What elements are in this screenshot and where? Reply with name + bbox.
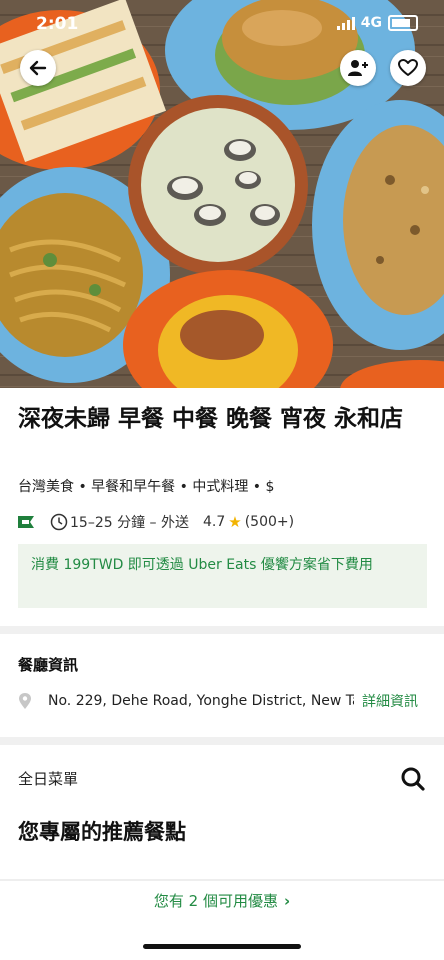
star-icon: ★ [228, 513, 242, 531]
add-person-icon [348, 60, 368, 76]
status-indicators: 4G [336, 15, 418, 31]
food-illustration [0, 0, 444, 388]
review-count: (500+) [244, 514, 295, 530]
favorite-button[interactable] [390, 50, 426, 86]
hero-food-photo: 2:01 4G [0, 0, 444, 388]
store-categories: 台灣美食 • 早餐和早午餐 • 中式料理 • $ [18, 479, 275, 495]
available-offers-button[interactable]: 您有 2 個可用優惠 › [0, 890, 444, 911]
store-address: No. 229, Dehe Road, Yonghe District, New… [48, 693, 354, 709]
section-divider [0, 737, 444, 745]
store-name: 深夜未歸 早餐 中餐 晚餐 宵夜 永和店 [18, 406, 404, 432]
dashpass-icon [18, 516, 34, 528]
address-row: No. 229, Dehe Road, Yonghe District, New… [18, 690, 428, 712]
menu-search-button[interactable] [400, 766, 426, 792]
heart-icon [398, 59, 418, 76]
status-bar: 2:01 4G [0, 12, 444, 36]
group-order-button[interactable] [340, 50, 376, 86]
store-meta: 15–25 分鐘 – 外送 4.7 ★ (500+) [18, 512, 294, 532]
arrow-left-icon [29, 60, 47, 76]
delivery-time: 15–25 分鐘 – 外送 [70, 515, 189, 531]
promo-text: 消費 199TWD 即可透過 Uber Eats 優饗方案省下費用 [31, 557, 373, 573]
home-indicator[interactable] [143, 944, 301, 949]
details-link[interactable]: 詳細資訊 [362, 691, 418, 711]
chevron-right-icon: › [283, 892, 291, 910]
membership-promo-banner[interactable]: 消費 199TWD 即可透過 Uber Eats 優饗方案省下費用 [18, 544, 427, 608]
clock-icon [50, 513, 68, 531]
status-time: 2:01 [36, 14, 79, 34]
bottom-bar-divider [0, 879, 444, 881]
recommended-section-title: 您專屬的推薦餐點 [18, 820, 186, 844]
battery-icon [388, 15, 418, 31]
location-pin-icon [19, 693, 31, 709]
section-divider [0, 626, 444, 634]
restaurant-info-title: 餐廳資訊 [18, 656, 79, 674]
menu-name: 全日菜單 [18, 770, 79, 788]
network-type: 4G [360, 15, 382, 31]
signal-icon [336, 16, 355, 30]
search-icon [401, 767, 425, 791]
rating-value: 4.7 [202, 514, 226, 530]
offers-text: 您有 2 個可用優惠 [153, 892, 278, 910]
back-button[interactable] [20, 50, 56, 86]
